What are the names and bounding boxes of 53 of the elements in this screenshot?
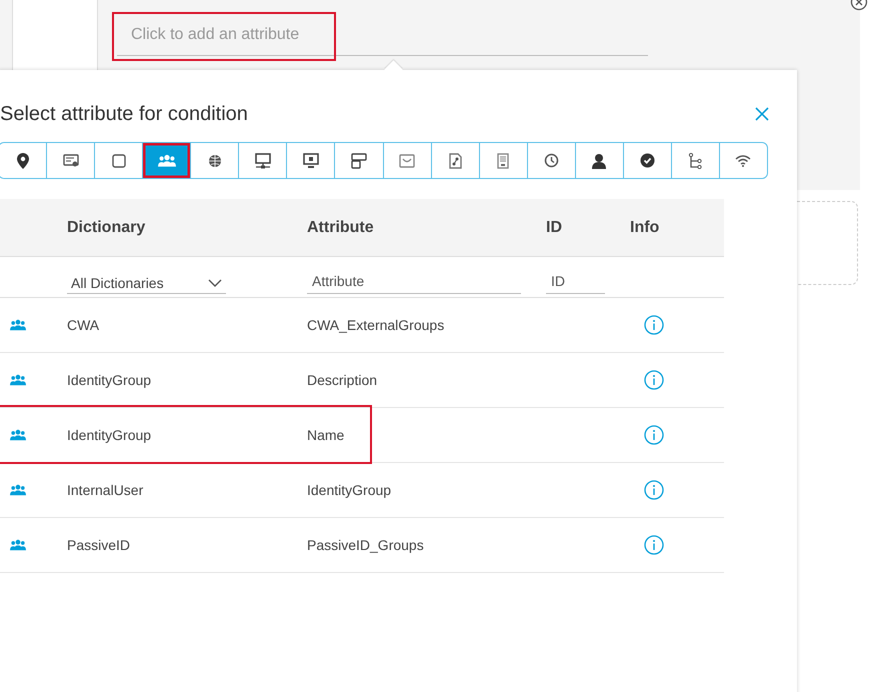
- square-icon: [112, 154, 126, 168]
- column-header: Attribute: [307, 218, 374, 236]
- person-icon: [591, 152, 608, 168]
- dictionary-cell: CWA: [67, 317, 100, 333]
- server-icon: [497, 152, 510, 168]
- check-icon: [640, 153, 655, 168]
- attribute-cell: Name: [307, 427, 344, 443]
- column-header: ID: [546, 218, 562, 236]
- column-header: Info: [630, 218, 660, 236]
- table-row[interactable]: CWA CWA_ExternalGroups: [0, 298, 724, 353]
- device-icon: [350, 152, 367, 168]
- column-header: Dictionary: [67, 218, 146, 236]
- people-icon: [10, 429, 26, 441]
- people-icon: [10, 374, 26, 386]
- pin-tab[interactable]: [0, 143, 48, 178]
- attribute-filter-field[interactable]: Attribute: [307, 271, 521, 294]
- monitor-icon: [254, 152, 271, 168]
- document-icon: [448, 152, 462, 168]
- attribute-cell: Description: [307, 372, 378, 388]
- dialog-title: Select attribute for condition: [0, 102, 248, 126]
- globe-icon: [208, 154, 222, 168]
- certificate-icon: [62, 154, 79, 168]
- attribute-cell: PassiveID_Groups: [307, 537, 424, 553]
- dictionary-dropdown[interactable]: All Dictionaries: [67, 275, 226, 294]
- monitor-icon: [302, 152, 319, 168]
- people-icon: [10, 484, 26, 496]
- attribute-cell: IdentityGroup: [307, 482, 392, 498]
- info-icon[interactable]: [644, 535, 664, 555]
- dictionary-cell: IdentityGroup: [67, 372, 152, 388]
- dictionary-cell: IdentityGroup: [67, 427, 152, 443]
- table-row[interactable]: IdentityGroup Description: [0, 353, 724, 408]
- dictionary-cell: InternalUser: [67, 482, 144, 498]
- dictionary-cell: PassiveID: [67, 537, 130, 553]
- info-icon[interactable]: [644, 425, 664, 445]
- info-icon[interactable]: [644, 315, 664, 335]
- people-icon: [10, 319, 26, 331]
- table-row[interactable]: InternalUser IdentityGroup: [0, 463, 724, 518]
- wifi-icon: [735, 154, 752, 167]
- people-icon: [158, 154, 176, 167]
- chevron-down-icon: [208, 279, 222, 287]
- table-row[interactable]: PassiveID PassiveID_Groups: [0, 518, 724, 573]
- id-filter-field[interactable]: ID: [546, 271, 605, 294]
- table-row[interactable]: IdentityGroup Name: [0, 408, 724, 463]
- attribute-cell: CWA_ExternalGroups: [307, 317, 444, 333]
- tree-icon: [688, 152, 702, 168]
- tray-icon: [399, 154, 416, 168]
- group-tab[interactable]: [143, 143, 192, 178]
- location-pin-icon: [16, 152, 29, 168]
- attribute-field[interactable]: Click to add an attribute: [117, 14, 648, 56]
- info-icon[interactable]: [644, 370, 664, 390]
- clock-icon: [544, 153, 559, 168]
- info-icon[interactable]: [644, 480, 664, 500]
- people-icon: [10, 539, 26, 551]
